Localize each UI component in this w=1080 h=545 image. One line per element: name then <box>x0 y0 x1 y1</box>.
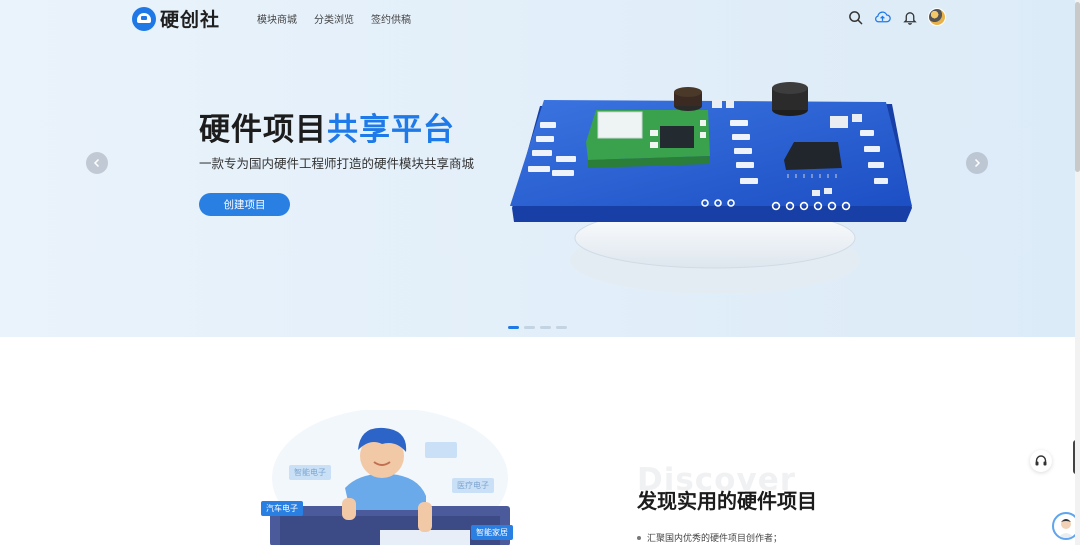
hero-title-part1: 硬件项目 <box>199 112 327 148</box>
headset-icon <box>1035 455 1047 466</box>
section-title: 发现实用的硬件项目 <box>637 489 817 513</box>
carousel-indicators <box>508 326 567 329</box>
carousel-dot-4[interactable] <box>556 326 567 329</box>
logo[interactable]: 硬创社 <box>132 5 220 32</box>
customer-service-button[interactable] <box>1030 450 1052 472</box>
carousel-dot-1[interactable] <box>508 326 519 329</box>
bell-icon[interactable] <box>901 9 918 26</box>
hero-title: 硬件项目共享平台 <box>199 104 455 149</box>
search-icon[interactable] <box>847 9 864 26</box>
top-navbar: 硬创社 模块商城 分类浏览 签约供稿 <box>0 0 1080 36</box>
feature-bullet-text: 汇聚国内优秀的硬件项目创作者； <box>647 534 783 544</box>
logo-icon <box>132 6 156 31</box>
carousel-next-button[interactable] <box>966 152 988 174</box>
hero-banner: 硬创社 模块商城 分类浏览 签约供稿 硬件项目共享平台 一款专为国内硬件工程师打… <box>0 0 1080 337</box>
tag-faded <box>425 442 457 458</box>
carousel-dot-3[interactable] <box>540 326 551 329</box>
scrollbar-thumb[interactable] <box>1075 2 1080 172</box>
cloud-upload-icon[interactable] <box>874 9 891 26</box>
hero-subtitle: 一款专为国内硬件工程师打造的硬件模块共享商城 <box>199 156 475 171</box>
menu-item-category-browse[interactable]: 分类浏览 <box>314 11 354 26</box>
nav-actions <box>847 8 946 26</box>
main-menu: 模块商城 分类浏览 签约供稿 <box>257 11 411 26</box>
tag-smart-home: 智能家居 <box>471 525 513 540</box>
carousel-prev-button[interactable] <box>86 152 108 174</box>
user-avatar[interactable] <box>928 8 946 26</box>
menu-item-contract-contribute[interactable]: 签约供稿 <box>371 11 411 26</box>
carousel-dot-2[interactable] <box>524 326 535 329</box>
feature-bullet: 汇聚国内优秀的硬件项目创作者； <box>637 531 782 544</box>
page-scrollbar[interactable] <box>1075 0 1080 545</box>
bullet-dot <box>637 535 641 540</box>
pcb-board-illustration <box>510 82 912 294</box>
brand-name: 硬创社 <box>160 9 221 31</box>
tag-smart-electronics: 智能电子 <box>289 465 331 480</box>
tag-car-electronics: 汽车电子 <box>261 501 303 516</box>
menu-item-module-mall[interactable]: 模块商城 <box>257 11 297 26</box>
create-project-button[interactable]: 创建项目 <box>199 193 290 216</box>
hero-title-highlight: 共享平台 <box>327 112 455 148</box>
tag-medical-electronics: 医疗电子 <box>452 478 494 493</box>
